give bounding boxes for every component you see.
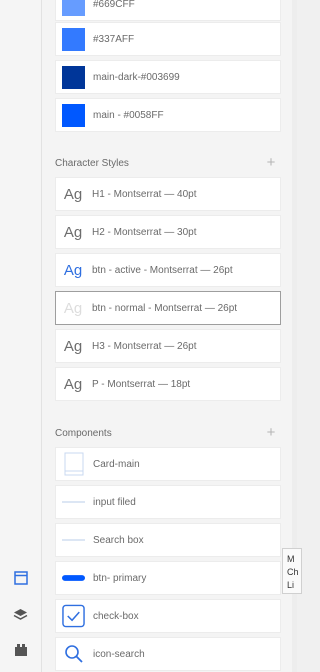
search-icon xyxy=(62,643,85,666)
component-row[interactable]: btn- primary xyxy=(55,561,281,595)
component-row[interactable]: Card-main xyxy=(55,447,281,481)
component-row[interactable]: input filed xyxy=(55,485,281,519)
color-style-label: #337AFF xyxy=(93,33,135,45)
component-label: Card-main xyxy=(93,458,140,470)
type-sample-icon: Ag xyxy=(63,185,83,203)
component-label: Search box xyxy=(93,534,144,546)
tooltip-line: Li xyxy=(287,580,295,590)
input-thumbnail-icon xyxy=(62,491,85,514)
color-swatch xyxy=(62,27,85,51)
color-style-row[interactable]: main - #0058FF xyxy=(55,98,281,132)
checkbox-thumbnail-icon xyxy=(62,604,85,628)
tooltip-line: Ch xyxy=(287,567,299,577)
character-style-row[interactable]: Ag btn - normal - Montserrat — 26pt xyxy=(55,291,281,325)
character-style-label: H2 - Montserrat — 30pt xyxy=(92,226,197,238)
add-character-style-icon[interactable]: + xyxy=(264,155,278,170)
hover-tooltip: M Ch Li xyxy=(282,548,302,594)
color-style-row[interactable]: #337AFF xyxy=(55,22,281,56)
type-sample-icon: Ag xyxy=(63,223,83,241)
button-thumbnail-icon xyxy=(62,567,85,590)
color-swatch xyxy=(62,103,85,127)
type-sample-icon: Ag xyxy=(63,261,83,279)
component-row[interactable]: icon-search xyxy=(55,637,281,671)
search-box-thumbnail-icon xyxy=(62,529,85,552)
character-style-row[interactable]: Ag btn - active - Montserrat — 26pt xyxy=(55,253,281,287)
component-label: input filed xyxy=(93,496,136,508)
color-style-label: #669CFF xyxy=(93,0,135,10)
color-style-label: main-dark-#003699 xyxy=(93,71,180,83)
color-style-row[interactable]: #669CFF xyxy=(55,0,281,21)
document-icon[interactable] xyxy=(12,569,29,586)
character-style-label: P - Montserrat — 18pt xyxy=(92,378,191,390)
character-style-row[interactable]: Ag H2 - Montserrat — 30pt xyxy=(55,215,281,249)
character-styles-title: Character Styles xyxy=(55,158,129,169)
character-style-label: H1 - Montserrat — 40pt xyxy=(92,188,197,200)
component-label: btn- primary xyxy=(93,572,147,584)
character-style-label: btn - active - Montserrat — 26pt xyxy=(92,264,233,276)
type-sample-icon: Ag xyxy=(63,337,83,355)
character-style-row[interactable]: Ag H1 - Montserrat — 40pt xyxy=(55,177,281,211)
components-title: Components xyxy=(55,428,112,439)
color-swatch xyxy=(62,65,85,89)
character-style-label: btn - normal - Montserrat — 26pt xyxy=(92,302,238,314)
type-sample-icon: Ag xyxy=(63,299,83,317)
component-label: check-box xyxy=(93,610,139,622)
component-row[interactable]: check-box xyxy=(55,599,281,633)
type-sample-icon: Ag xyxy=(63,375,83,393)
plugins-icon[interactable] xyxy=(12,641,29,658)
add-component-icon[interactable]: + xyxy=(264,425,278,440)
character-style-label: H3 - Montserrat — 26pt xyxy=(92,340,197,352)
component-row[interactable]: Search box xyxy=(55,523,281,557)
character-style-row[interactable]: Ag P - Montserrat — 18pt xyxy=(55,367,281,401)
color-swatch xyxy=(62,0,85,16)
color-style-row[interactable]: main-dark-#003699 xyxy=(55,60,281,94)
tooltip-line: M xyxy=(287,554,295,564)
assets-panel: #669CFF #337AFF main-dark-#003699 main -… xyxy=(42,0,292,672)
component-label: icon-search xyxy=(93,648,145,660)
layers-icon[interactable] xyxy=(12,606,29,623)
character-style-row[interactable]: Ag H3 - Montserrat — 26pt xyxy=(55,329,281,363)
left-rail xyxy=(0,0,42,672)
color-style-label: main - #0058FF xyxy=(93,109,164,121)
card-thumbnail-icon xyxy=(62,452,85,476)
